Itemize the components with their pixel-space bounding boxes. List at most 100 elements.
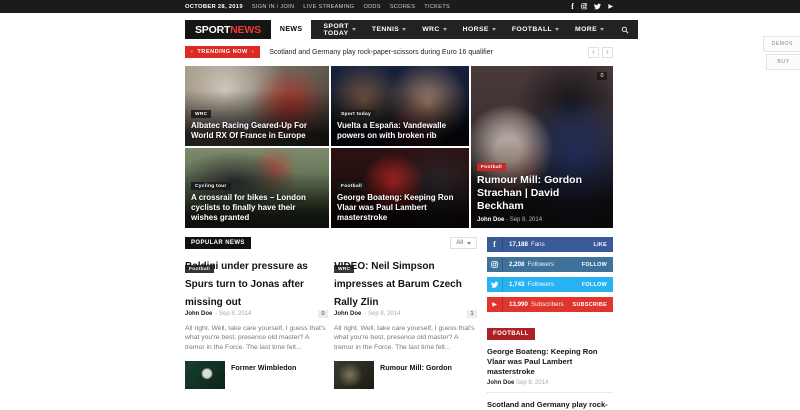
article-card-baldini: Football Baldini under pressure as Spurs…: [185, 256, 328, 389]
sidebar: 17,188 Fans LIKE 2,208 Followers FOLLOW …: [487, 237, 613, 410]
current-date: OCTOBER 28, 2019: [185, 3, 243, 10]
demos-ribbon-button[interactable]: DEMOS: [763, 36, 800, 52]
nav-item-football[interactable]: FOOTBALL: [504, 20, 567, 39]
topbar-link-odds[interactable]: ODDS: [363, 4, 380, 10]
trending-next-button[interactable]: ›: [602, 46, 613, 58]
article-meta: John Doe Sep 8, 2014: [477, 217, 607, 223]
theme-ribbons: DEMOS BUY: [763, 36, 800, 70]
twitter-icon[interactable]: [594, 3, 602, 10]
article-title: Rumour Mill: Gordon Strachan | David Bec…: [477, 174, 582, 212]
topbar-link-live-streaming[interactable]: LIVE STREAMING: [303, 4, 354, 10]
article-title: Vuelta a España: Vandewalle powers on wi…: [337, 121, 447, 140]
nav-item-tennis[interactable]: TENNIS: [364, 20, 414, 39]
popular-news-heading: POPULAR NEWS: [185, 237, 251, 249]
facebook-icon: [487, 237, 503, 252]
publish-date: Sep 8, 2014: [215, 311, 251, 317]
chevron-down-icon: [491, 28, 496, 31]
chevron-down-icon: [555, 28, 560, 31]
follow-button[interactable]: FOLLOW: [582, 262, 607, 268]
article-title: Albatec Racing Geared-Up For World RX Of…: [191, 121, 308, 140]
category-badge[interactable]: Cycling tour: [191, 182, 231, 190]
site-logo[interactable]: SPORT NEWS: [185, 20, 271, 39]
chevron-down-icon: [402, 28, 407, 31]
instagram-icon: [487, 257, 503, 272]
publish-date: Sep 8, 2014: [506, 217, 542, 223]
article-title: George Boateng: Keeping Ron Vlaar was Pa…: [487, 347, 598, 376]
list-item[interactable]: Scotland and Germany play rock-paper-sci…: [487, 393, 613, 410]
instagram-icon[interactable]: [581, 3, 588, 10]
article-title: Scotland and Germany play rock-paper-sci…: [487, 400, 608, 409]
trending-bar: TRENDING NOW Scotland and Germany play r…: [185, 44, 613, 60]
article-excerpt: All right. Well, take care yourself, I g…: [334, 325, 475, 351]
facebook-icon[interactable]: [571, 2, 574, 11]
category-badge[interactable]: Football: [477, 163, 507, 171]
popular-news-section: POPULAR NEWS All Football Baldini under …: [185, 237, 477, 410]
article-excerpt: All right. Well, take care yourself, I g…: [185, 325, 326, 351]
category-filter-dropdown[interactable]: All: [450, 237, 477, 249]
trending-badge: TRENDING NOW: [185, 46, 261, 58]
youtube-icon: [487, 297, 503, 312]
search-button[interactable]: [612, 20, 638, 39]
social-counter-instagram[interactable]: 2,208 Followers FOLLOW: [487, 257, 613, 272]
buy-ribbon-button[interactable]: BUY: [766, 54, 800, 70]
author-link[interactable]: John Doe: [477, 217, 504, 223]
main-nav: SPORT NEWS NEWS SPORT TODAY TENNIS WRC HO…: [185, 20, 639, 39]
category-badge[interactable]: WRC: [191, 110, 212, 118]
article-card-simpson: WRC VIDEO: Neil Simpson impresses at Bar…: [334, 256, 477, 389]
trending-headline[interactable]: Scotland and Germany play rock-paper-sci…: [269, 49, 493, 56]
publish-date: Sep 8, 2014: [516, 380, 549, 386]
youtube-icon[interactable]: [608, 3, 613, 10]
list-item[interactable]: Rumour Mill: Gordon: [334, 360, 477, 389]
chevron-down-icon: [467, 241, 471, 245]
chevron-down-icon: [442, 28, 447, 31]
logo-text-sport: SPORT: [195, 23, 231, 36]
publish-date: Sep 8, 2014: [364, 311, 400, 317]
topbar-link-tickets[interactable]: TICKETS: [424, 4, 450, 10]
social-counter-youtube[interactable]: 13,990 Subscribers SUBSCRIBE: [487, 297, 613, 312]
article-thumbnail: [334, 360, 374, 389]
comment-count-badge[interactable]: 1: [466, 310, 477, 318]
nav-item-sport-today[interactable]: SPORT TODAY: [315, 20, 363, 39]
hero-featured-article[interactable]: 0 Football Rumour Mill: Gordon Strachan …: [471, 66, 613, 228]
chevron-down-icon: [600, 28, 605, 31]
like-button[interactable]: LIKE: [594, 242, 607, 248]
article-thumbnail: [185, 360, 225, 389]
topbar-link-scores[interactable]: SCORES: [390, 4, 415, 10]
search-icon: [621, 26, 629, 33]
topbar-link-signin[interactable]: SIGN IN / JOIN: [252, 4, 294, 10]
nav-item-wrc[interactable]: WRC: [414, 20, 454, 39]
author-link[interactable]: John Doe: [334, 311, 361, 317]
hero-article-crossrail[interactable]: Cycling tour A crossrail for bikes – Lon…: [185, 148, 329, 228]
nav-item-news[interactable]: NEWS: [271, 20, 312, 39]
article-title: George Boateng: Keeping Ron Vlaar was Pa…: [337, 193, 454, 222]
follow-button[interactable]: FOLLOW: [582, 282, 607, 288]
trending-prev-button[interactable]: ‹: [588, 46, 599, 58]
logo-text-news: NEWS: [230, 23, 261, 36]
category-badge[interactable]: Sport today: [337, 110, 375, 118]
hero-article-vuelta[interactable]: Sport today Vuelta a España: Vandewalle …: [331, 66, 469, 146]
nav-menu-bar: SPORT TODAY TENNIS WRC HORSE FOOTBALL MO…: [311, 20, 639, 39]
category-badge[interactable]: Football: [337, 182, 367, 190]
hero-grid: WRC Albatec Racing Geared-Up For World R…: [185, 66, 613, 228]
author-link[interactable]: John Doe: [185, 311, 212, 317]
subscribe-button[interactable]: SUBSCRIBE: [573, 302, 607, 308]
topbar: OCTOBER 28, 2019 SIGN IN / JOIN LIVE STR…: [0, 0, 800, 13]
comment-count-badge[interactable]: 0: [317, 310, 328, 318]
article-meta: John Doe Sep 8, 2014: [487, 380, 613, 386]
hero-article-albatec[interactable]: WRC Albatec Racing Geared-Up For World R…: [185, 66, 329, 146]
chevron-down-icon: [351, 28, 356, 31]
article-title: A crossrail for bikes – London cyclists …: [191, 193, 306, 222]
social-counter-facebook[interactable]: 17,188 Fans LIKE: [487, 237, 613, 252]
article-meta: John Doe Sep 8, 2014 1: [334, 310, 477, 318]
social-counter-twitter[interactable]: 1,743 Followers FOLLOW: [487, 277, 613, 292]
list-item[interactable]: Former Wimbledon: [185, 360, 328, 389]
nav-item-more[interactable]: MORE: [567, 20, 612, 39]
twitter-icon: [487, 277, 503, 292]
football-news-section: FOOTBALL George Boateng: Keeping Ron Vla…: [487, 322, 613, 410]
article-meta: John Doe Sep 8, 2014 0: [185, 310, 328, 318]
author-link[interactable]: John Doe: [487, 380, 514, 386]
list-item[interactable]: George Boateng: Keeping Ron Vlaar was Pa…: [487, 340, 613, 393]
hero-article-boateng[interactable]: Football George Boateng: Keeping Ron Vla…: [331, 148, 469, 228]
football-section-heading: FOOTBALL: [487, 328, 535, 340]
nav-item-horse[interactable]: HORSE: [455, 20, 504, 39]
